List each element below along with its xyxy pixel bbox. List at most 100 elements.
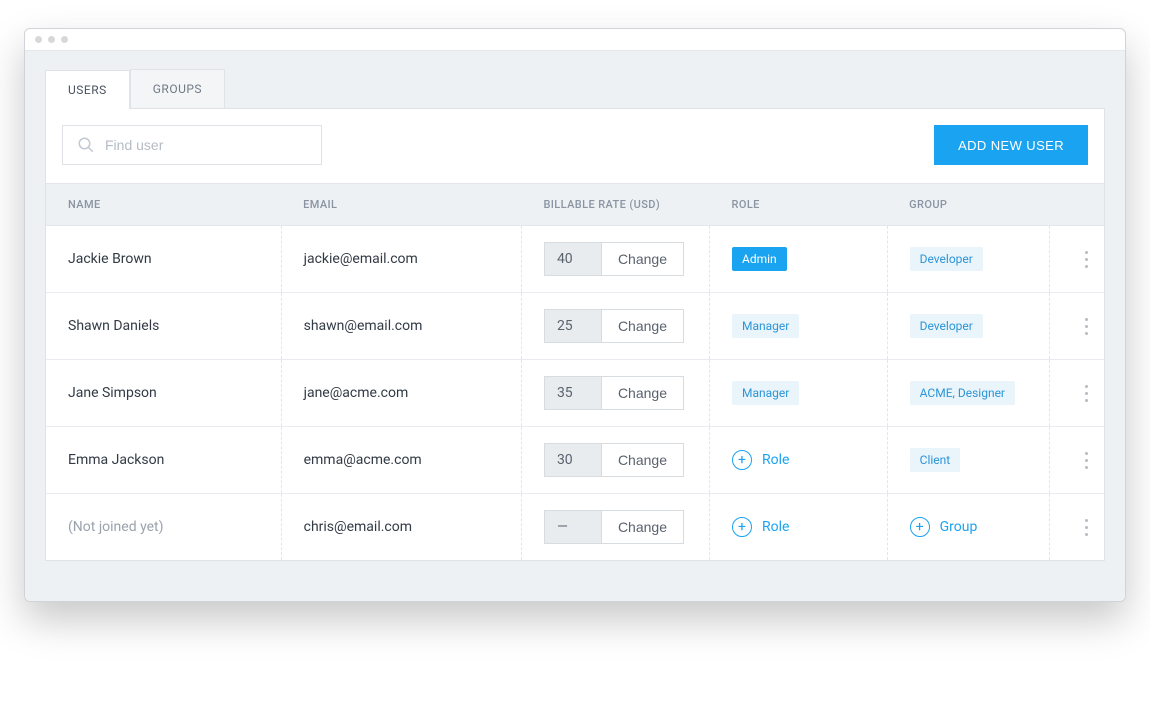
column-header-role: ROLE xyxy=(710,184,888,226)
table-row: Shawn Danielsshawn@email.com25ChangeMana… xyxy=(46,293,1104,360)
search-icon xyxy=(77,136,95,154)
users-table: NAME EMAIL BILLABLE RATE (USD) ROLE GROU… xyxy=(46,183,1104,560)
rate-control: —Change xyxy=(544,510,684,544)
table-row: Jane Simpson jane@acme.com 35Change Manager… xyxy=(46,360,1104,427)
search-input[interactable] xyxy=(105,137,321,153)
user-email: chris@email.com xyxy=(304,519,412,535)
cell-name: Jane Simpson xyxy=(46,360,281,427)
table-row: Emma Jackson emma@acme.com 30Change + Role Cl… xyxy=(46,427,1104,494)
cell-email: chris@email.com xyxy=(281,494,521,561)
tab-users[interactable]: USERS xyxy=(45,70,130,109)
rate-value: — xyxy=(545,511,601,543)
traffic-light-icon xyxy=(35,36,42,43)
change-rate-button[interactable]: Change xyxy=(601,310,683,342)
row-actions-menu[interactable] xyxy=(1072,244,1102,274)
add-role-button[interactable]: + Role xyxy=(732,517,789,537)
rate-value: 35 xyxy=(545,377,601,409)
app-body: USERS GROUPS ADD NEW USER NA xyxy=(25,51,1125,601)
traffic-light-icon xyxy=(61,36,68,43)
column-header-actions xyxy=(1049,184,1104,226)
column-header-email: EMAIL xyxy=(281,184,521,226)
row-actions-menu[interactable] xyxy=(1072,445,1102,475)
cell-name: (Not joined yet) xyxy=(46,494,281,561)
cell-email: shawn@email.com xyxy=(281,293,521,360)
window-titlebar xyxy=(25,29,1125,51)
user-name: Emma Jackson xyxy=(68,452,164,468)
add-group-button[interactable]: + Group xyxy=(910,517,978,537)
user-name: Jane Simpson xyxy=(68,385,157,401)
tab-bar: USERS GROUPS xyxy=(45,69,1105,108)
cell-role: Manager xyxy=(710,360,888,427)
table-row: Jackie Brown jackie@email.com 40Change Admi… xyxy=(46,226,1104,293)
plus-icon: + xyxy=(910,517,930,537)
add-role-label: Role xyxy=(762,452,789,468)
add-user-button[interactable]: ADD NEW USER xyxy=(934,125,1088,165)
cell-email: jackie@email.com xyxy=(281,226,521,293)
user-name: Jackie Brown xyxy=(68,251,152,267)
column-header-name: NAME xyxy=(46,184,281,226)
user-email: shawn@email.com xyxy=(304,318,423,334)
group-badge[interactable]: Developer xyxy=(910,314,983,338)
cell-actions xyxy=(1049,360,1104,427)
change-rate-button[interactable]: Change xyxy=(601,444,683,476)
table-row: (Not joined yet) chris@email.com —Change + R… xyxy=(46,494,1104,561)
row-actions-menu[interactable] xyxy=(1072,378,1102,408)
cell-rate: 25Change xyxy=(521,293,709,360)
rate-control: 30Change xyxy=(544,443,684,477)
cell-actions xyxy=(1049,494,1104,561)
cell-actions xyxy=(1049,427,1104,494)
group-badge[interactable]: Developer xyxy=(910,247,983,271)
add-group-label: Group xyxy=(940,519,978,535)
row-actions-menu[interactable] xyxy=(1072,512,1102,542)
rate-control: 25Change xyxy=(544,309,684,343)
cell-email: jane@acme.com xyxy=(281,360,521,427)
cell-rate: 30Change xyxy=(521,427,709,494)
cell-rate: 35Change xyxy=(521,360,709,427)
add-role-button[interactable]: + Role xyxy=(732,450,789,470)
user-name: (Not joined yet) xyxy=(68,519,164,535)
cell-role: Admin xyxy=(710,226,888,293)
add-role-label: Role xyxy=(762,519,789,535)
cell-email: emma@acme.com xyxy=(281,427,521,494)
rate-value: 40 xyxy=(545,243,601,275)
rate-control: 35Change xyxy=(544,376,684,410)
plus-icon: + xyxy=(732,450,752,470)
row-actions-menu[interactable] xyxy=(1072,311,1102,341)
role-badge[interactable]: Manager xyxy=(732,314,799,338)
column-header-group: GROUP xyxy=(887,184,1049,226)
cell-actions xyxy=(1049,293,1104,360)
rate-value: 30 xyxy=(545,444,601,476)
cell-rate: 40Change xyxy=(521,226,709,293)
cell-rate: —Change xyxy=(521,494,709,561)
cell-name: Emma Jackson xyxy=(46,427,281,494)
cell-group: Client xyxy=(887,427,1049,494)
rate-value: 25 xyxy=(545,310,601,342)
role-badge[interactable]: Manager xyxy=(732,381,799,405)
group-badge[interactable]: ACME, Designer xyxy=(910,381,1015,405)
user-email: jackie@email.com xyxy=(304,251,418,267)
cell-group: Developer xyxy=(887,293,1049,360)
cell-group: ACME, Designer xyxy=(887,360,1049,427)
column-header-rate: BILLABLE RATE (USD) xyxy=(521,184,709,226)
cell-role: + Role xyxy=(710,494,888,561)
role-badge[interactable]: Admin xyxy=(732,247,787,271)
cell-role: Manager xyxy=(710,293,888,360)
group-badge[interactable]: Client xyxy=(910,448,961,472)
search-box[interactable] xyxy=(62,125,322,165)
cell-group: + Group xyxy=(887,494,1049,561)
change-rate-button[interactable]: Change xyxy=(601,377,683,409)
rate-control: 40Change xyxy=(544,242,684,276)
change-rate-button[interactable]: Change xyxy=(601,243,683,275)
cell-actions xyxy=(1049,226,1104,293)
plus-icon: + xyxy=(732,517,752,537)
cell-name: Jackie Brown xyxy=(46,226,281,293)
panel-toolbar: ADD NEW USER xyxy=(46,125,1104,183)
user-email: emma@acme.com xyxy=(304,452,422,468)
tab-groups[interactable]: GROUPS xyxy=(130,69,225,108)
cell-group: Developer xyxy=(887,226,1049,293)
traffic-light-icon xyxy=(48,36,55,43)
cell-role: + Role xyxy=(710,427,888,494)
users-panel: ADD NEW USER NAME EMAIL BILLABLE RATE (U… xyxy=(45,108,1105,561)
user-email: jane@acme.com xyxy=(304,385,409,401)
change-rate-button[interactable]: Change xyxy=(601,511,683,543)
